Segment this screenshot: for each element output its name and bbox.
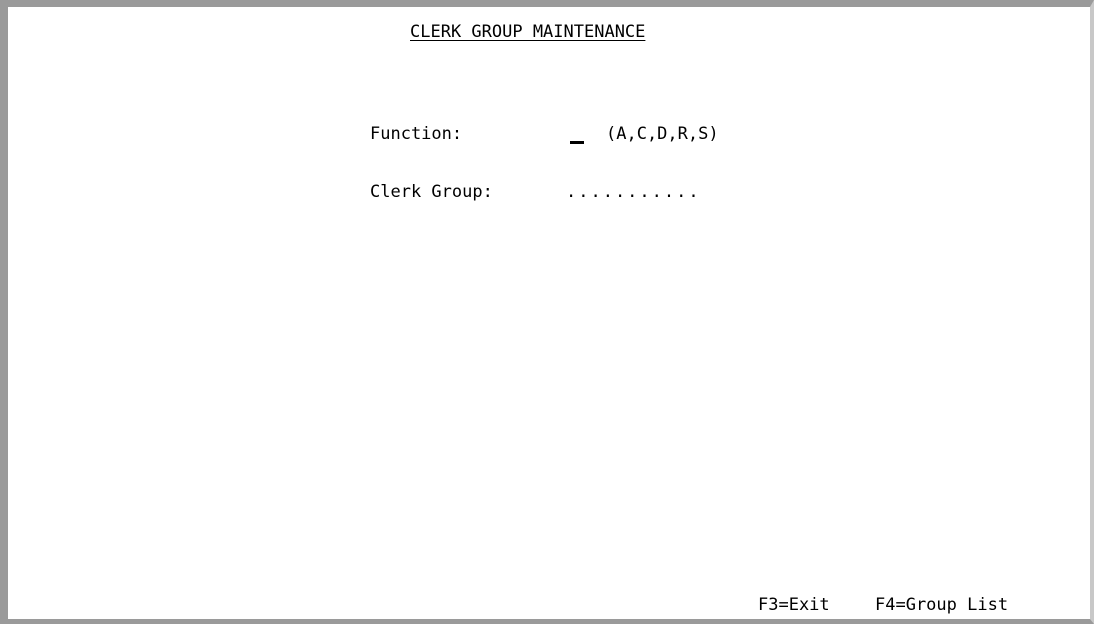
f4-group-list-key[interactable]: F4=Group List: [875, 595, 1008, 615]
terminal-screen: CLERK GROUP MAINTENANCE Function: (A,C,D…: [0, 0, 1094, 624]
function-label: Function:: [370, 124, 463, 144]
clerk-group-input[interactable]: ...........: [566, 182, 718, 202]
function-options-hint: (A,C,D,R,S): [606, 124, 719, 144]
f3-exit-key[interactable]: F3=Exit: [758, 595, 830, 615]
clerk-group-label: Clerk Group:: [370, 182, 493, 202]
function-input[interactable]: [570, 124, 584, 144]
page-title: CLERK GROUP MAINTENANCE: [410, 22, 646, 42]
